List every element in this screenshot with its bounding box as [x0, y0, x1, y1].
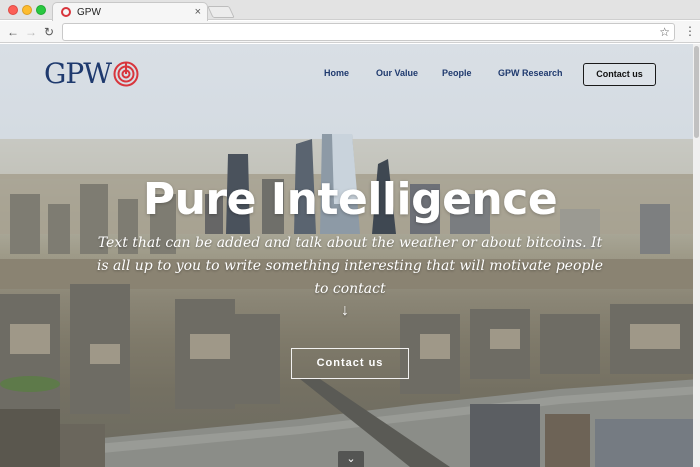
- browser-tab[interactable]: GPW ×: [52, 2, 208, 21]
- tab-close-icon[interactable]: ×: [195, 6, 201, 18]
- forward-arrow-icon[interactable]: →: [25, 24, 37, 40]
- header-contact-button[interactable]: Contact us: [583, 63, 656, 86]
- bookmark-star-icon[interactable]: ☆: [659, 25, 670, 39]
- maximize-window-button[interactable]: [36, 5, 46, 15]
- hero-subtitle: Text that can be added and talk about th…: [96, 235, 604, 297]
- address-bar[interactable]: ☆: [62, 23, 675, 41]
- new-tab-button[interactable]: [207, 6, 235, 18]
- page-viewport: GPW Home Our Value People GPW Research C…: [0, 44, 700, 467]
- browser-toolbar: ← → ↻ ☆ ⋮: [0, 21, 700, 43]
- nav-item-people[interactable]: People: [442, 68, 472, 78]
- nav-item-home[interactable]: Home: [324, 68, 349, 78]
- hero-title: Pure Intelligence: [142, 174, 558, 225]
- site-logo[interactable]: GPW: [44, 57, 139, 90]
- reload-icon[interactable]: ↻: [44, 24, 54, 40]
- close-window-button[interactable]: [8, 5, 18, 15]
- nav-item-our-value[interactable]: Our Value: [376, 68, 418, 78]
- favicon-icon: [61, 7, 71, 17]
- maze-logo-icon: [113, 61, 139, 86]
- page-scrollbar[interactable]: [693, 44, 700, 467]
- nav-item-gpw-research[interactable]: GPW Research: [498, 68, 563, 78]
- browser-titlebar: GPW ×: [0, 0, 700, 21]
- back-arrow-icon[interactable]: ←: [7, 24, 19, 40]
- tab-title: GPW: [77, 6, 101, 18]
- minimize-window-button[interactable]: [22, 5, 32, 15]
- scrollbar-thumb[interactable]: [694, 46, 699, 138]
- logo-text: GPW: [44, 57, 112, 90]
- scroll-down-icon[interactable]: ⌄: [338, 451, 364, 467]
- down-arrow-icon: ↓: [341, 302, 349, 319]
- browser-menu-icon[interactable]: ⋮: [684, 24, 696, 38]
- hero-contact-button[interactable]: Contact us: [291, 348, 409, 379]
